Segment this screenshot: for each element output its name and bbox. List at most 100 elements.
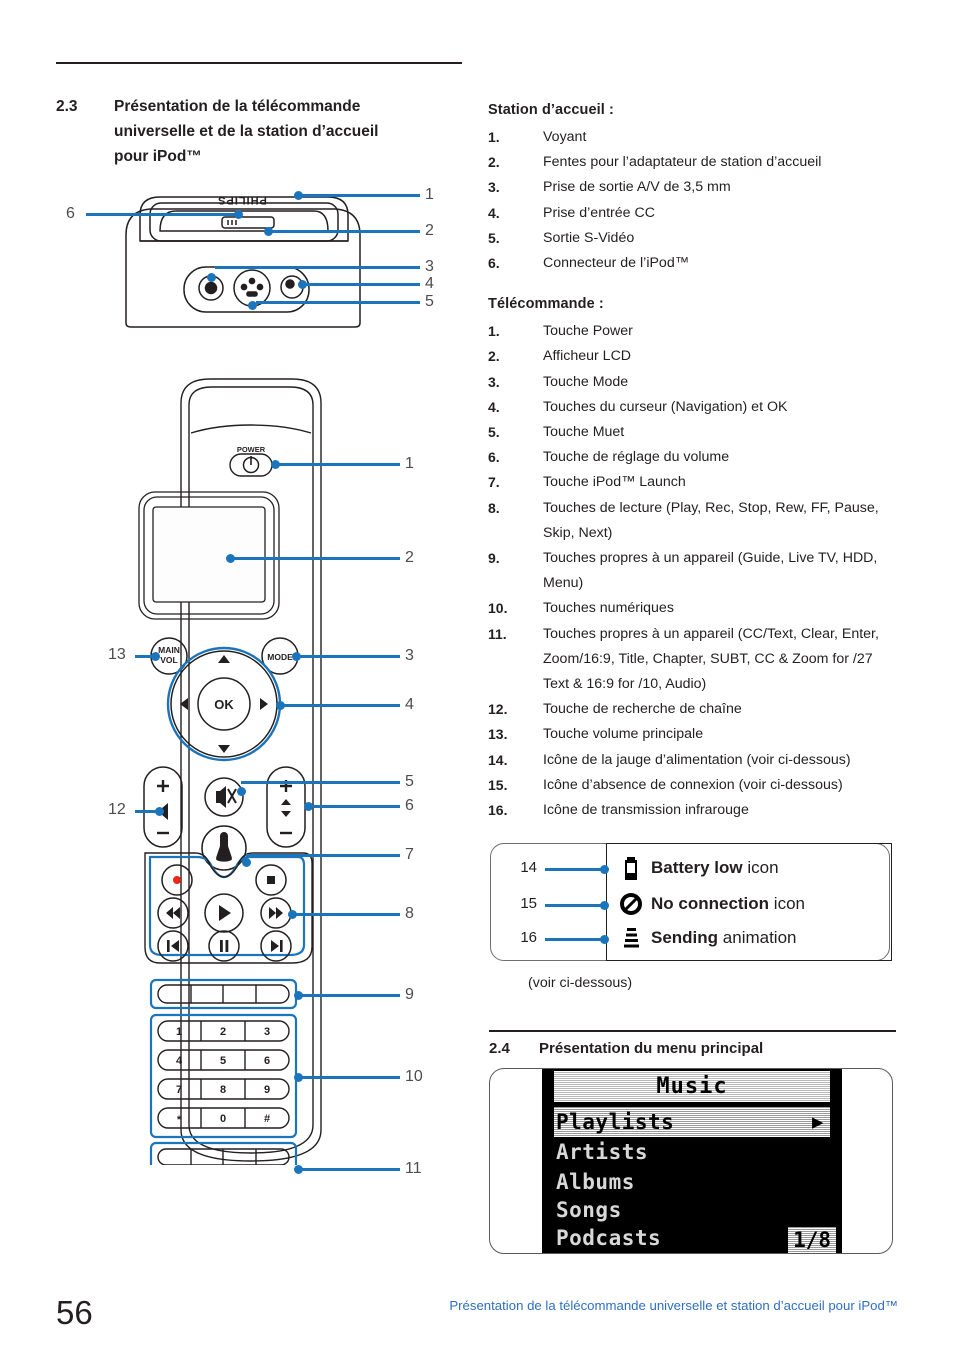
channel-rocker[interactable]	[266, 766, 306, 848]
list-item-number: 12.	[488, 701, 508, 718]
list-item-text: Touche Muet	[543, 424, 625, 441]
remote-callout-5: 5	[405, 773, 414, 790]
list-item: 5. Sortie S-Vidéo	[488, 226, 900, 251]
lcd-menu-item-artists[interactable]: Artists	[554, 1137, 830, 1167]
list-item-text: Afficheur LCD	[543, 348, 632, 365]
remote-lead-8	[292, 913, 400, 916]
remote-lead-1	[275, 463, 400, 466]
dock-leaddot-3	[207, 273, 216, 282]
navigation-ring[interactable]: OK	[166, 646, 282, 762]
device-keys-row[interactable]	[149, 978, 298, 1010]
list-item-text: Prise de sortie A/V de 3,5 mm	[543, 179, 731, 196]
dock-callout-1: 1	[425, 186, 434, 203]
legend-dot-14	[600, 865, 609, 874]
previous-button[interactable]	[157, 930, 189, 962]
legend-dot-15	[600, 901, 609, 910]
svg-text:0: 0	[220, 1113, 226, 1125]
ipod-launch-button[interactable]	[201, 825, 247, 871]
legend-number-16: 16	[520, 929, 537, 946]
remote-lead-5	[241, 781, 400, 784]
legend-note: (voir ci-dessous)	[528, 975, 633, 991]
volume-rocker[interactable]	[143, 766, 183, 848]
numeric-keypad[interactable]: 1 2 3 4 5 6 7 8 9 * 0 #	[149, 1013, 298, 1139]
list-item: 6. Connecteur de l’iPod™	[488, 251, 900, 276]
power-button[interactable]	[229, 453, 273, 477]
list-item-text: Touches propres à un appareil (CC/Text, …	[543, 625, 879, 693]
remote-illustration: POWER MAIN VOL MODE OK 1 2 3 4 5 6 7 8 9…	[138, 378, 322, 1165]
remote-leaddot-4	[276, 701, 285, 710]
list-item-text: Touches du curseur (Navigation) et OK	[543, 398, 788, 415]
list-item: 12. Touche de recherche de chaîne	[488, 697, 900, 722]
list-item-text: Icône de transmission infrarouge	[543, 802, 749, 819]
list-item: 1. Touche Power	[488, 319, 900, 344]
lcd-menu-label: Albums	[556, 1170, 635, 1194]
dock-lead-6	[86, 213, 238, 216]
manual-page: 2.3 Présentation de la télécommande univ…	[0, 0, 954, 1350]
next-button[interactable]	[260, 930, 292, 962]
remote-lead-4	[280, 704, 400, 707]
remote-leaddot-6	[304, 802, 313, 811]
list-item: 15. Icône d’absence de connexion (voir ci…	[488, 773, 900, 798]
list-item-number: 5.	[488, 229, 500, 246]
dock-list: 1. Voyant 2. Fentes pour l’adaptateur de s…	[488, 125, 900, 276]
fast-forward-button[interactable]	[260, 897, 292, 929]
svg-text:1: 1	[176, 1026, 182, 1038]
list-item-text: Touche de réglage du volume	[543, 449, 730, 466]
legend-lead-15	[545, 904, 601, 907]
pause-button[interactable]	[208, 930, 240, 962]
remote-leaddot-8	[288, 910, 297, 919]
remote-leaddot-5	[237, 787, 246, 796]
legend-dot-16	[600, 935, 609, 944]
remote-callout-6: 6	[405, 797, 414, 814]
stop-button[interactable]	[255, 864, 287, 896]
legend-number-15: 15	[520, 895, 537, 912]
remote-leaddot-11	[294, 1165, 303, 1174]
remote-leaddot-13	[151, 652, 160, 661]
legend-label-rest-15: icon	[769, 894, 805, 913]
list-item: 5. Touche Muet	[488, 420, 900, 445]
lcd-menu-item-playlists[interactable]: Playlists ▶	[554, 1107, 830, 1137]
legend-lead-14	[545, 868, 601, 871]
dock-leaddot-2	[264, 227, 273, 236]
list-item-number: 2.	[488, 154, 500, 171]
legend-label-bold-16: Sending	[651, 928, 719, 947]
list-item: 6. Touche de réglage du volume	[488, 445, 900, 470]
lcd-menu-item-songs[interactable]: Songs	[554, 1195, 830, 1225]
remote-lead-10	[298, 1076, 400, 1079]
remote-lead-6	[308, 805, 400, 808]
legend-label-16: Sending animation	[651, 928, 797, 948]
section-2-3-title-line2: universelle et de la station d’accueil	[114, 123, 379, 140]
legend-label-bold-15: No connection	[651, 894, 770, 913]
nav-down-icon	[218, 745, 230, 753]
list-item: 3. Prise de sortie A/V de 3,5 mm	[488, 175, 900, 200]
play-button[interactable]	[204, 893, 244, 933]
record-button[interactable]	[161, 864, 193, 896]
list-item: 11. Touches propres à un appareil (CC/Tex…	[488, 622, 900, 698]
remote-list-heading: Télécommande :	[488, 296, 604, 313]
lcd-menu-item-albums[interactable]: Albums	[554, 1167, 830, 1197]
svg-text:MODE: MODE	[267, 652, 293, 662]
header-divider	[56, 62, 462, 64]
section-2-4-title: Présentation du menu principal	[539, 1040, 764, 1057]
remote-callout-12: 12	[108, 801, 126, 818]
dock-lead-1	[298, 194, 420, 197]
svg-text:7: 7	[176, 1084, 182, 1096]
svg-text:6: 6	[264, 1055, 270, 1067]
bottom-device-keys[interactable]	[149, 1141, 298, 1165]
power-label: POWER	[237, 445, 266, 454]
svg-text:*: *	[177, 1114, 182, 1126]
remote-callout-8: 8	[405, 905, 414, 922]
lcd-page-indicator: 1/8	[788, 1227, 836, 1253]
list-item-number: 9.	[488, 550, 500, 567]
remote-leaddot-1	[271, 460, 280, 469]
list-item-text: Voyant	[543, 129, 587, 145]
mute-button[interactable]	[204, 777, 244, 817]
rewind-button[interactable]	[157, 897, 189, 929]
list-item: 2. Afficheur LCD	[488, 344, 900, 369]
list-item-text: Touche de recherche de chaîne	[543, 701, 742, 718]
svg-text:9: 9	[264, 1084, 270, 1096]
remote-lead-3	[296, 655, 400, 658]
battery-low-icon	[625, 857, 637, 880]
list-item-text: Connecteur de l’iPod™	[543, 255, 689, 272]
